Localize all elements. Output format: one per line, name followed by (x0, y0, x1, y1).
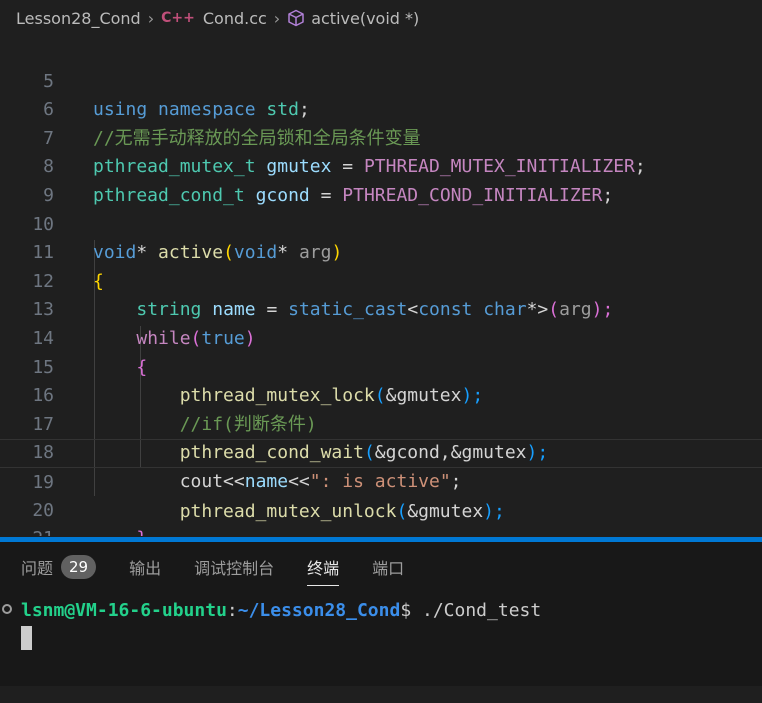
code-line: 7 pthread_mutex_t gmutex = PTHREAD_MUTEX… (0, 96, 762, 178)
code-line: 18 cout<<name<<": is active"; (0, 411, 762, 492)
breadcrumb: Lesson28_Cond › C++ Cond.cc › active(voi… (0, 0, 762, 36)
tab-terminal[interactable]: 终端 (307, 552, 340, 586)
chevron-right-icon: › (147, 8, 155, 28)
code-line: 6 //无需手动释放的全局锁和全局条件变量 (0, 68, 762, 149)
terminal-prompt-line: lsnm@VM-16-6-ubuntu:~/Lesson28_Cond$ ./C… (21, 598, 541, 624)
code-line: 10 void* active(void* arg) (0, 182, 762, 264)
tab-output[interactable]: 输出 (129, 552, 161, 582)
code-line: 12 string name = static_cast<const char*… (0, 239, 762, 321)
panel-tabs: 问题 29 输出 调试控制台 终端 端口 (0, 552, 416, 586)
code-line: 5 using namespace std; (0, 39, 762, 121)
bottom-panel: 问题 29 输出 调试控制台 终端 端口 lsnm@VM-16-6-ubuntu… (0, 542, 762, 686)
tab-label: 输出 (129, 559, 162, 578)
breadcrumb-symbol[interactable]: active(void *) (311, 9, 419, 28)
breadcrumb-file[interactable]: Cond.cc (203, 9, 267, 28)
breadcrumb-folder[interactable]: Lesson28_Cond (16, 9, 141, 28)
code-line: 20 } (0, 468, 762, 536)
terminal-command: ./Cond_test (411, 600, 542, 621)
token: } (136, 528, 147, 536)
command-decoration-icon[interactable] (2, 604, 12, 614)
tab-label: 问题 (21, 559, 54, 578)
terminal-path: ~/Lesson28_Cond (237, 600, 401, 621)
terminal-user: lsnm@VM-16-6-ubuntu (21, 600, 227, 621)
terminal-prompt-symbol: $ (400, 600, 412, 621)
chevron-right-icon: › (273, 8, 281, 28)
code-line: 9 (0, 153, 762, 206)
code-line-current: 19 pthread_mutex_unlock(&gmutex); (0, 439, 762, 522)
line-number: 21 (0, 525, 54, 536)
code-line: 11 { (0, 211, 762, 292)
tab-label: 调试控制台 (194, 559, 275, 578)
code-line: 21 } (0, 497, 762, 536)
code-line: 8 pthread_cond_t gcond = PTHREAD_COND_IN… (0, 125, 762, 206)
terminal-cursor (21, 626, 32, 650)
code-line: 15 pthread_mutex_lock(&gmutex); (0, 325, 762, 407)
tab-label: 终端 (307, 559, 340, 578)
tab-ports[interactable]: 端口 (372, 552, 404, 582)
tab-problems[interactable]: 问题 29 (21, 552, 97, 582)
code-line: 17 pthread_cond_wait(&gcond,&gmutex); (0, 382, 762, 464)
code-editor[interactable]: 5 using namespace std; 6 //无需手动释放的全局锁和全局… (0, 38, 762, 536)
tab-label: 端口 (372, 559, 405, 578)
terminal-colon: : (226, 600, 238, 621)
tab-debug-console[interactable]: 调试控制台 (194, 552, 274, 582)
method-cube-icon (287, 9, 305, 27)
cpp-file-icon: C++ (161, 10, 195, 26)
code-line: 14 { (0, 296, 762, 378)
code-line: 16 //if(判断条件) (0, 354, 762, 435)
code-line: 13 while(true) (0, 268, 762, 349)
problems-count-badge: 29 (61, 555, 97, 579)
terminal[interactable]: lsnm@VM-16-6-ubuntu:~/Lesson28_Cond$ ./C… (0, 598, 762, 703)
